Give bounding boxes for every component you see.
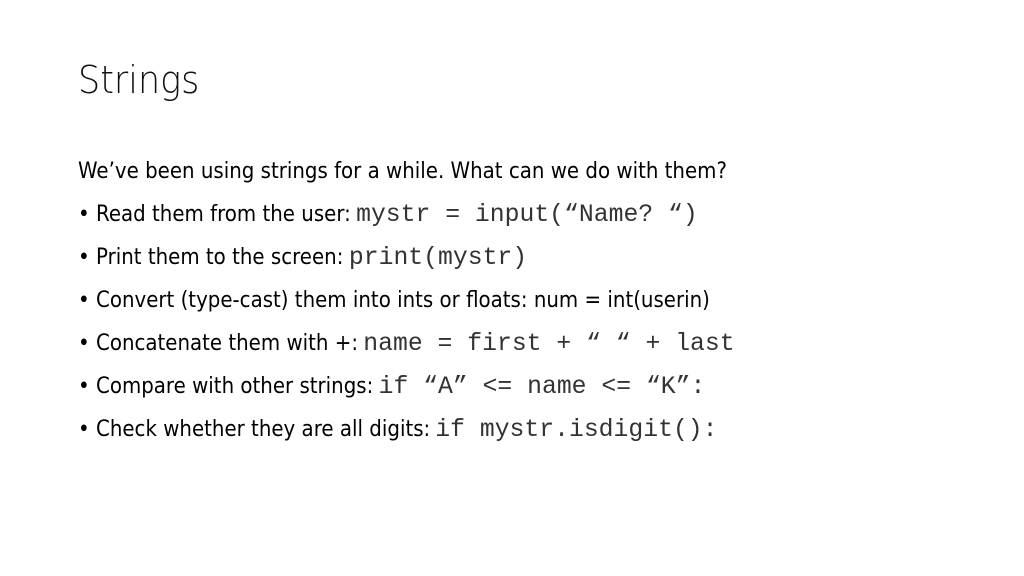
bullet-code: name = first + “ “ + last <box>363 329 735 358</box>
bullet-icon: • <box>78 288 90 313</box>
bullet-code: print(mystr) <box>348 243 528 272</box>
bullet-icon: • <box>78 331 90 356</box>
bullet-icon: • <box>78 202 90 227</box>
bullet-icon: • <box>78 245 90 270</box>
bullet-code: mystr = input(“Name? “) <box>356 200 698 229</box>
bullet-code: if mystr.isdigit(): <box>435 415 718 444</box>
bullet-text: Print them to the screen: <box>96 245 344 270</box>
bullet-text: Check whether they are all digits: <box>96 417 431 442</box>
bullet-item: • Check whether they are all digits: if … <box>78 413 888 456</box>
bullet-text: Convert (type-cast) them into ints or fl… <box>96 288 710 313</box>
bullet-text: Compare with other strings: <box>96 374 374 399</box>
slide-title: Strings <box>78 58 200 102</box>
bullet-item: • Concatenate them with +: name = first … <box>78 327 888 370</box>
bullet-item: • Convert (type-cast) them into ints or … <box>78 284 888 327</box>
bullet-text: Read them from the user: <box>96 202 351 227</box>
bullet-text: Concatenate them with +: <box>96 331 359 356</box>
bullet-item: • Compare with other strings: if “A” <= … <box>78 370 888 413</box>
bullet-icon: • <box>78 374 90 399</box>
bullet-item: • Print them to the screen: print(mystr) <box>78 241 888 284</box>
slide-body: We’ve been using strings for a while. Wh… <box>78 155 978 456</box>
intro-text: We’ve been using strings for a while. Wh… <box>78 159 727 184</box>
bullet-code: if “A” <= name <= “K”: <box>378 372 706 401</box>
bullet-icon: • <box>78 417 90 442</box>
bullet-item: • Read them from the user: mystr = input… <box>78 198 888 241</box>
